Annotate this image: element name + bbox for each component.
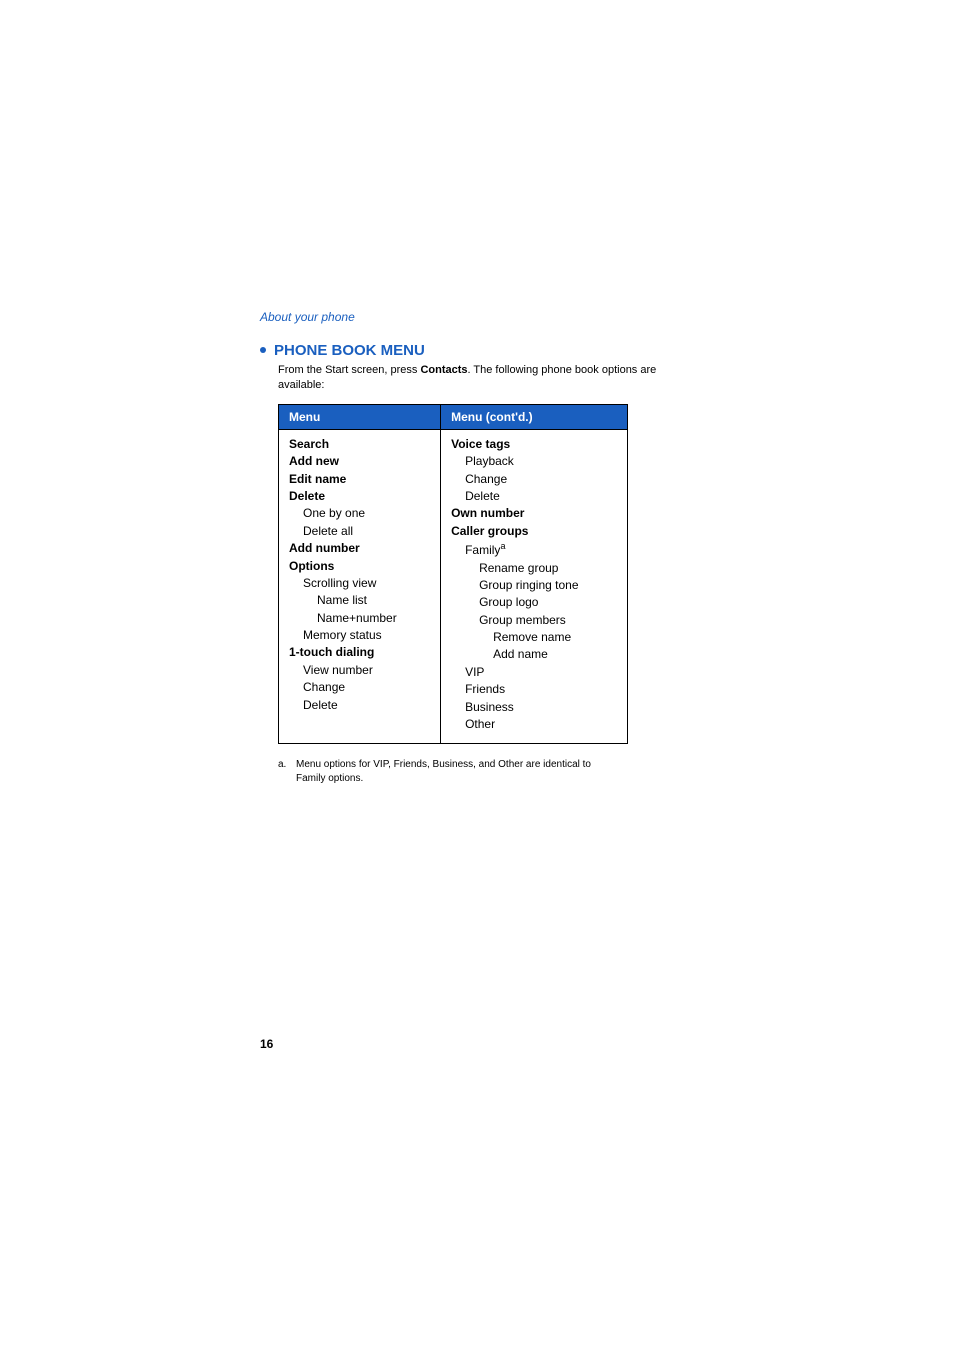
breadcrumb: About your phone (260, 310, 694, 324)
menu-item-delete: Delete (289, 488, 430, 505)
footnote: a.Menu options for VIP, Friends, Busines… (278, 758, 638, 785)
menu-item-delete-all: Delete all (289, 523, 353, 540)
table-row: Search Add new Edit name Delete One by o… (279, 429, 628, 744)
table-header-right: Menu (cont'd.) (441, 404, 628, 429)
menu-item-vip: VIP (451, 664, 484, 681)
page-number: 16 (260, 1037, 273, 1051)
menu-item-rename-group: Rename group (451, 560, 558, 577)
footnote-marker: a. (278, 758, 296, 772)
menu-item-group-members: Group members (451, 612, 566, 629)
menu-item-change: Change (289, 679, 345, 696)
menu-cell-left: Search Add new Edit name Delete One by o… (279, 429, 441, 744)
menu-item-change-r: Change (451, 471, 507, 488)
menu-item-family: Familya (451, 540, 505, 559)
menu-item-add-number: Add number (289, 540, 430, 557)
menu-item-search: Search (289, 436, 430, 453)
menu-item-playback: Playback (451, 453, 514, 470)
bullet-icon (260, 347, 266, 353)
menu-item-other: Other (451, 716, 495, 733)
menu-item-business: Business (451, 699, 514, 716)
menu-item-add-new: Add new (289, 453, 430, 470)
intro-prefix: From the Start screen, press (278, 364, 420, 376)
menu-item-scrolling-view: Scrolling view (289, 575, 376, 592)
menu-item-add-name: Add name (451, 646, 548, 663)
menu-item-edit-name: Edit name (289, 471, 430, 488)
menu-table: Menu Menu (cont'd.) Search Add new Edit … (278, 404, 628, 745)
menu-item-own-number: Own number (451, 505, 617, 522)
intro-bold: Contacts (420, 364, 467, 376)
menu-item-family-text: Family (465, 543, 500, 557)
menu-cell-right: Voice tags Playback Change Delete Own nu… (441, 429, 628, 744)
menu-item-group-ringing: Group ringing tone (451, 577, 578, 594)
menu-item-name-number: Name+number (289, 610, 397, 627)
menu-item-caller-groups: Caller groups (451, 523, 617, 540)
menu-item-friends: Friends (451, 681, 505, 698)
intro-text: From the Start screen, press Contacts. T… (278, 363, 694, 394)
menu-item-voice-tags: Voice tags (451, 436, 617, 453)
table-header-left: Menu (279, 404, 441, 429)
section-heading-text: PHONE BOOK MENU (274, 342, 425, 359)
menu-item-options: Options (289, 558, 430, 575)
menu-item-one-touch: 1-touch dialing (289, 644, 430, 661)
menu-item-delete-r: Delete (451, 488, 500, 505)
table-header-row: Menu Menu (cont'd.) (279, 404, 628, 429)
menu-item-remove-name: Remove name (451, 629, 571, 646)
menu-item-family-sup: a (500, 541, 505, 551)
section-heading: PHONE BOOK MENU (260, 342, 694, 359)
menu-item-one-by-one: One by one (289, 505, 365, 522)
menu-item-view-number: View number (289, 662, 373, 679)
menu-item-group-logo: Group logo (451, 594, 538, 611)
menu-item-name-list: Name list (289, 592, 367, 609)
document-page: About your phone PHONE BOOK MENU From th… (0, 0, 954, 1351)
footnote-text: Menu options for VIP, Friends, Business,… (296, 758, 616, 785)
menu-item-delete2: Delete (289, 697, 338, 714)
menu-item-memory-status: Memory status (289, 627, 382, 644)
